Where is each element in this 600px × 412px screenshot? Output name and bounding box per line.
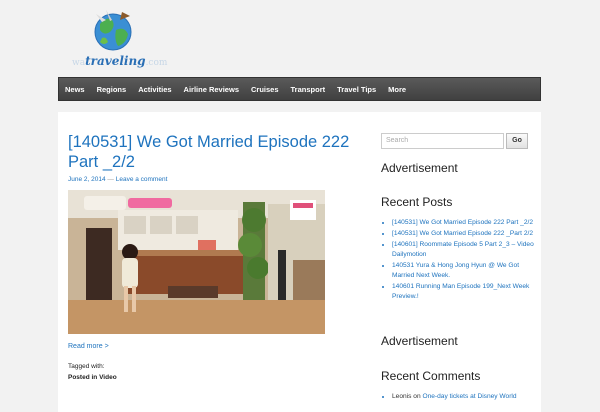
recent-posts-heading: Recent Posts	[381, 195, 453, 209]
recent-post-item[interactable]: [140601] Roommate Episode 5 Part 2_3 – V…	[392, 240, 542, 260]
search-go-button[interactable]: Go	[506, 133, 528, 149]
main-nav: News Regions Activities Airline Reviews …	[58, 77, 541, 101]
post-title[interactable]: [140531] We Got Married Episode 222 Part…	[68, 132, 368, 172]
video-scene-image	[68, 190, 325, 334]
leave-comment-link[interactable]: Leave a comment	[116, 176, 168, 183]
nav-item-regions[interactable]: Regions	[91, 85, 133, 94]
recent-post-item[interactable]: [140531] We Got Married Episode 222 Part…	[392, 218, 542, 228]
post-meta: June 2, 2014 — Leave a comment	[68, 176, 167, 183]
logo-text: watraveling.com	[72, 54, 168, 68]
comment-post-link[interactable]: One-day tickets at Disney World	[422, 393, 516, 400]
recent-posts-list: [140531] We Got Married Episode 222 Part…	[381, 218, 542, 303]
nav-item-cruises[interactable]: Cruises	[245, 85, 285, 94]
nav-item-news[interactable]: News	[59, 85, 91, 94]
site-logo[interactable]: watraveling.com	[72, 6, 168, 72]
post-date[interactable]: June 2, 2014	[68, 176, 106, 183]
posted-in: Posted in Video	[68, 374, 117, 381]
read-more-link[interactable]: Read more >	[68, 343, 109, 350]
nav-item-transport[interactable]: Transport	[285, 85, 332, 94]
posted-in-label: Posted in	[68, 374, 98, 381]
recent-post-item[interactable]: [140531] We Got Married Episode 222 _Par…	[392, 229, 542, 239]
advertisement-heading-2: Advertisement	[381, 334, 458, 348]
recent-comment-item: Leonis on One-day tickets at Disney Worl…	[392, 392, 542, 402]
search-input[interactable]: Search	[381, 133, 504, 149]
meta-separator: —	[107, 176, 114, 183]
recent-comments-list: Leonis on One-day tickets at Disney Worl…	[381, 392, 542, 403]
video-thumbnail[interactable]	[68, 190, 325, 334]
comment-author: Leonis	[392, 393, 412, 400]
comment-on: on	[413, 393, 421, 400]
nav-item-more[interactable]: More	[382, 85, 412, 94]
recent-post-item[interactable]: 140531 Yura & Hong Jong Hyun @ We Got Ma…	[392, 261, 542, 281]
content-panel: [140531] We Got Married Episode 222 Part…	[58, 112, 541, 412]
nav-item-activities[interactable]: Activities	[132, 85, 177, 94]
globe-icon	[94, 10, 132, 51]
category-link[interactable]: Video	[99, 374, 117, 381]
recent-comments-heading: Recent Comments	[381, 369, 481, 383]
advertisement-heading: Advertisement	[381, 161, 458, 175]
nav-item-travel-tips[interactable]: Travel Tips	[331, 85, 382, 94]
tagged-with-label: Tagged with:	[68, 363, 105, 370]
nav-item-airline-reviews[interactable]: Airline Reviews	[178, 85, 245, 94]
recent-post-item[interactable]: 140601 Running Man Episode 199_Next Week…	[392, 282, 542, 302]
